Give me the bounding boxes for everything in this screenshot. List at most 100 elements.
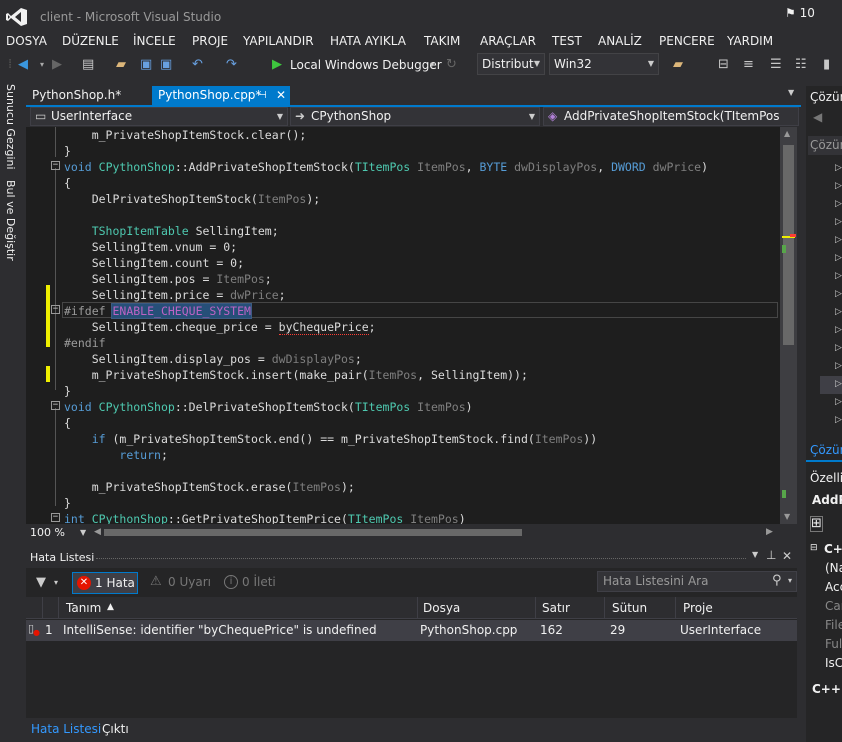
menu-duzenle[interactable]: DÜZENLE (62, 34, 119, 48)
column-header-project[interactable]: Proje (683, 601, 713, 615)
configuration-select[interactable]: Distribut ▼ (477, 53, 545, 75)
tree-expand-icon[interactable]: ▷ (835, 343, 842, 353)
scroll-right-icon[interactable]: ▶ (766, 527, 773, 537)
property-row[interactable]: Acc (825, 580, 842, 594)
tree-expand-icon[interactable]: ▷ (835, 289, 842, 299)
tree-expand-icon[interactable]: ▷ (835, 415, 842, 425)
property-row[interactable]: (Na (825, 561, 842, 575)
scroll-up-icon[interactable]: ▲ (784, 129, 790, 138)
server-explorer-tab[interactable]: Sunucu Gezgini (4, 84, 17, 170)
tab-error-list[interactable]: Hata Listesi (31, 722, 101, 736)
undo-icon[interactable]: ↶ (192, 56, 203, 74)
new-project-icon[interactable]: ▤ (82, 56, 94, 74)
refresh-icon[interactable]: ↻ (446, 56, 457, 74)
menu-proje[interactable]: PROJE (192, 34, 228, 48)
menu-araclar[interactable]: ARAÇLAR (480, 34, 536, 48)
tree-expand-icon[interactable]: ▷ (835, 307, 842, 317)
tree-expand-icon[interactable]: ▷ (835, 271, 842, 281)
messages-filter-button[interactable]: i 0 İleti (220, 572, 288, 594)
menu-takim[interactable]: TAKIM (424, 34, 460, 48)
platform-select[interactable]: Win32 ▼ (549, 53, 659, 75)
property-row[interactable]: File (825, 618, 842, 632)
property-row[interactable]: Full (825, 637, 842, 651)
property-row[interactable]: Can (825, 599, 842, 613)
error-list-search[interactable]: Hata Listesini Ara ⚲ ▾ (597, 571, 797, 592)
pin-icon[interactable]: ⊣ (258, 86, 267, 105)
tree-expand-icon[interactable]: ▷ (835, 199, 842, 209)
scroll-left-icon[interactable]: ◀ (94, 527, 101, 537)
close-icon[interactable]: ✕ (782, 549, 792, 563)
tab-pythonshop-cpp[interactable]: PythonShop.cpp* ⊣ ✕ (152, 86, 290, 105)
start-debug-icon[interactable]: ▶ (272, 56, 282, 74)
zoom-level[interactable]: 100 % (30, 526, 65, 539)
tree-expand-icon[interactable]: ▷ (835, 163, 842, 173)
comment-icon[interactable]: ☰ (770, 56, 782, 74)
column-header-column[interactable]: Sütun (612, 601, 647, 615)
menu-pencere[interactable]: PENCERE (659, 34, 715, 48)
debugger-dropdown-icon[interactable]: ▾ (430, 56, 434, 74)
tab-solution-explorer[interactable]: Çözüm (810, 443, 842, 457)
filter-icon[interactable]: ▼ (36, 575, 46, 590)
find-replace-tab[interactable]: Bul ve Değiştir (4, 180, 17, 261)
column-header-line[interactable]: Satır (542, 601, 570, 615)
tree-expand-icon[interactable]: ▷ (835, 217, 842, 227)
table-row[interactable]: ▯ ● 1 IntelliSense: identifier "byChequeP… (26, 620, 797, 641)
tree-expand-icon[interactable]: ▷ (835, 361, 842, 371)
save-all-icon[interactable]: ▣ (160, 56, 172, 74)
bookmark-list-icon[interactable]: ⊟ (718, 56, 729, 74)
debugger-label[interactable]: Local Windows Debugger (290, 56, 442, 74)
collapse-icon[interactable]: ⊟ (810, 543, 818, 553)
tree-expand-icon[interactable]: ▷ (835, 397, 842, 407)
forward-icon[interactable]: ▶ (52, 56, 62, 74)
pin-icon[interactable]: ⊥ (766, 548, 776, 562)
tree-expand-icon[interactable]: ▷ (835, 181, 842, 191)
fold-toggle-icon[interactable]: − (51, 513, 60, 522)
tree-expand-icon[interactable]: ▷ (835, 253, 842, 263)
solution-search[interactable]: Çözüm (808, 136, 842, 155)
uncomment-icon[interactable]: ☷ (795, 56, 807, 74)
member-dropdown[interactable]: ◈ AddPrivateShopItemStock(TItemPos Item ▼ (543, 107, 799, 126)
back-dropdown-icon[interactable]: ▾ (40, 56, 44, 74)
menu-incele[interactable]: İNCELE (133, 34, 176, 48)
chevron-down-icon[interactable]: ▼ (80, 528, 86, 537)
categorized-icon[interactable]: ⊞ (810, 516, 823, 532)
menu-dosya[interactable]: DOSYA (6, 34, 47, 48)
errors-filter-button[interactable]: ✕ 1 Hata (72, 572, 138, 594)
column-header-file[interactable]: Dosya (423, 601, 460, 615)
fold-toggle-icon[interactable]: − (51, 401, 60, 410)
menu-yapilandir[interactable]: YAPILANDIR (243, 34, 314, 48)
panel-menu-icon[interactable]: ▼ (752, 550, 758, 559)
back-icon[interactable]: ◀ (813, 110, 822, 124)
column-header-description[interactable]: Tanım (66, 601, 101, 615)
warnings-filter-button[interactable]: ⚠ 0 Uyarı (146, 572, 214, 594)
close-icon[interactable]: ✕ (276, 86, 286, 105)
chevron-down-icon[interactable]: ▾ (54, 578, 58, 587)
menu-analiz[interactable]: ANALİZ (598, 34, 642, 48)
menu-test[interactable]: TEST (552, 34, 582, 48)
menu-yardim[interactable]: YARDIM (727, 34, 773, 48)
fold-toggle-icon[interactable]: − (51, 305, 60, 314)
tab-pythonshop-h[interactable]: PythonShop.h* (26, 86, 150, 105)
bookmark-icon[interactable]: ▮ (823, 56, 830, 74)
property-row[interactable]: IsC (825, 656, 842, 670)
horizontal-scrollbar-thumb[interactable] (104, 529, 522, 536)
tree-expand-icon[interactable]: ▷ (835, 379, 842, 389)
notification-flag[interactable]: ⚑ 10 (785, 6, 815, 20)
find-in-files-icon[interactable]: ▰ (673, 56, 683, 74)
chevron-down-icon[interactable]: ▾ (788, 576, 792, 585)
tree-expand-icon[interactable]: ▷ (835, 235, 842, 245)
save-icon[interactable]: ▣ (140, 56, 152, 74)
tab-output[interactable]: Çıktı (102, 722, 129, 736)
tree-expand-icon[interactable]: ▷ (835, 325, 842, 335)
project-dropdown[interactable]: ▭ UserInterface ▼ (30, 107, 288, 126)
open-folder-icon[interactable]: ▰ (116, 56, 126, 74)
menu-hata-ayikla[interactable]: HATA AYIKLA (330, 34, 406, 48)
class-dropdown[interactable]: ➜ CPythonShop ▼ (290, 107, 540, 126)
tab-overflow-icon[interactable]: ▼ (788, 88, 794, 97)
scroll-down-icon[interactable]: ▼ (784, 512, 790, 521)
redo-icon[interactable]: ↷ (226, 56, 237, 74)
search-icon[interactable]: ⚲ (772, 573, 782, 588)
step-icon[interactable]: ≡ (743, 56, 754, 74)
fold-toggle-icon[interactable]: − (51, 161, 60, 170)
back-icon[interactable]: ◀ (18, 56, 28, 74)
